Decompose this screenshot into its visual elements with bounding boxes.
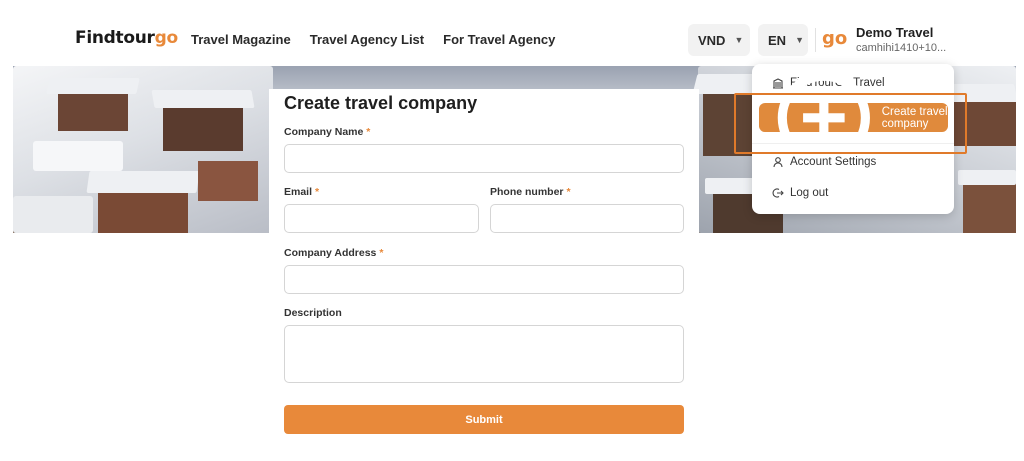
email-label-text: Email	[284, 186, 313, 198]
required-mark: *	[366, 126, 371, 138]
logo-text: Findtour	[75, 28, 155, 48]
header-divider	[815, 28, 816, 52]
chevron-down-icon: ▼	[795, 35, 804, 45]
company-name-label: Company Name *	[284, 126, 370, 138]
required-mark: *	[566, 186, 571, 198]
nav-travel-agency-list[interactable]: Travel Agency List	[310, 32, 424, 47]
create-company-form: Create travel company Company Name * Ema…	[269, 89, 699, 461]
phone-label: Phone number *	[490, 186, 571, 198]
address-label: Company Address *	[284, 247, 383, 259]
form-title: Create travel company	[284, 93, 478, 113]
address-label-text: Company Address	[284, 247, 377, 259]
description-label: Description	[284, 307, 342, 319]
required-mark: *	[379, 247, 384, 259]
user-name[interactable]: Demo Travel	[856, 25, 933, 40]
currency-select[interactable]: VND ▼	[688, 24, 750, 56]
email-label: Email *	[284, 186, 319, 198]
logo[interactable]: Findtourgo	[75, 28, 178, 48]
submit-button[interactable]: Submit	[284, 405, 684, 434]
user-email: camhihi1410+10...	[856, 42, 947, 54]
language-value: EN	[768, 32, 787, 48]
logout-icon	[772, 188, 784, 198]
required-mark: *	[314, 186, 320, 198]
menu-item-label: Log out	[790, 187, 829, 199]
main-nav: Travel Magazine Travel Agency List For T…	[191, 32, 555, 47]
nav-for-travel-agency[interactable]: For Travel Agency	[443, 32, 555, 47]
nav-travel-magazine[interactable]: Travel Magazine	[191, 32, 291, 47]
page: Findtourgo Travel Magazine Travel Agency…	[0, 0, 1024, 461]
top-header: Findtourgo Travel Magazine Travel Agency…	[0, 0, 1024, 66]
menu-item-log-out[interactable]: Log out	[772, 187, 828, 199]
avatar[interactable]: go	[822, 28, 847, 49]
menu-item-account-settings[interactable]: Account Settings	[772, 156, 876, 168]
company-name-input[interactable]	[284, 144, 684, 173]
currency-value: VND	[698, 32, 726, 48]
menu-item-label: Account Settings	[790, 156, 877, 168]
language-select[interactable]: EN ▼	[758, 24, 808, 56]
company-name-label-text: Company Name	[284, 126, 364, 138]
phone-label-text: Phone number	[490, 186, 564, 198]
chevron-down-icon: ▼	[734, 35, 744, 45]
logo-accent: go	[154, 28, 179, 48]
phone-input[interactable]	[490, 204, 684, 233]
highlight-annotation-box	[734, 93, 967, 154]
user-icon	[773, 157, 783, 168]
description-textarea[interactable]	[284, 325, 684, 383]
address-input[interactable]	[284, 265, 684, 294]
email-input[interactable]	[284, 204, 479, 233]
